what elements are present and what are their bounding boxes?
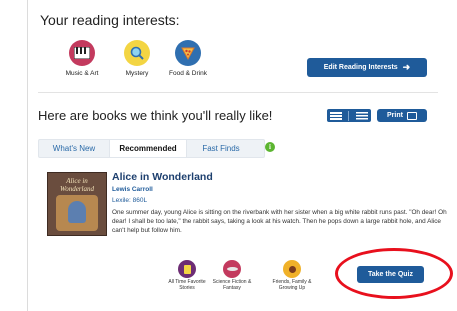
interest-food-drink[interactable]: Food & Drink [158,40,218,77]
interest-label: Food & Drink [169,70,207,77]
book-title[interactable]: Alice in Wonderland [112,171,213,183]
interests-heading: Your reading interests: [40,12,180,28]
tab-fast-finds[interactable]: Fast Finds [186,140,256,157]
interest-label: Music & Art [65,70,99,77]
pizza-icon [175,40,201,66]
interest-music-art[interactable]: Music & Art [52,40,112,77]
cover-title: Alice in Wonderland [60,177,94,193]
category-friends-family[interactable]: Friends, Family & Growing Up [266,260,318,291]
highlight-oval [335,248,453,299]
info-icon[interactable]: i [265,142,275,152]
printer-icon [406,111,417,120]
toggle-separator [348,110,350,121]
book-icon [178,260,196,278]
section-divider [38,92,438,93]
view-toggle[interactable] [327,109,371,122]
ufo-icon [223,260,241,278]
piano-icon [69,40,95,66]
recommendations-heading: Here are books we think you'll really li… [38,108,273,123]
person-icon [283,260,301,278]
book-cover[interactable]: Alice in Wonderland [47,172,107,236]
print-label: Print [387,112,403,119]
list-view-icon[interactable] [330,111,343,120]
compact-view-icon[interactable] [355,111,368,120]
category-label: Friends, Family & Growing Up [272,279,312,291]
edit-interests-button[interactable]: Edit Reading Interests ➜ [307,58,427,77]
category-label: Science Fiction & Fantasy [212,279,252,291]
tab-bar: What's New Recommended Fast Finds [38,139,265,158]
category-sci-fi-fantasy[interactable]: Science Fiction & Fantasy [206,260,258,291]
book-lexile: Lexile: 860L [112,197,148,204]
edit-interests-label: Edit Reading Interests [323,64,398,71]
cover-figure [68,201,86,223]
magnifying-glass-icon [124,40,150,66]
print-button[interactable]: Print [377,109,427,122]
tab-recommended[interactable]: Recommended [109,140,187,157]
tab-whats-new[interactable]: What's New [39,140,109,157]
arrow-right-icon: ➜ [402,62,411,72]
book-author[interactable]: Lewis Carroll [112,186,153,193]
book-description: One summer day, young Alice is sitting o… [112,209,447,234]
